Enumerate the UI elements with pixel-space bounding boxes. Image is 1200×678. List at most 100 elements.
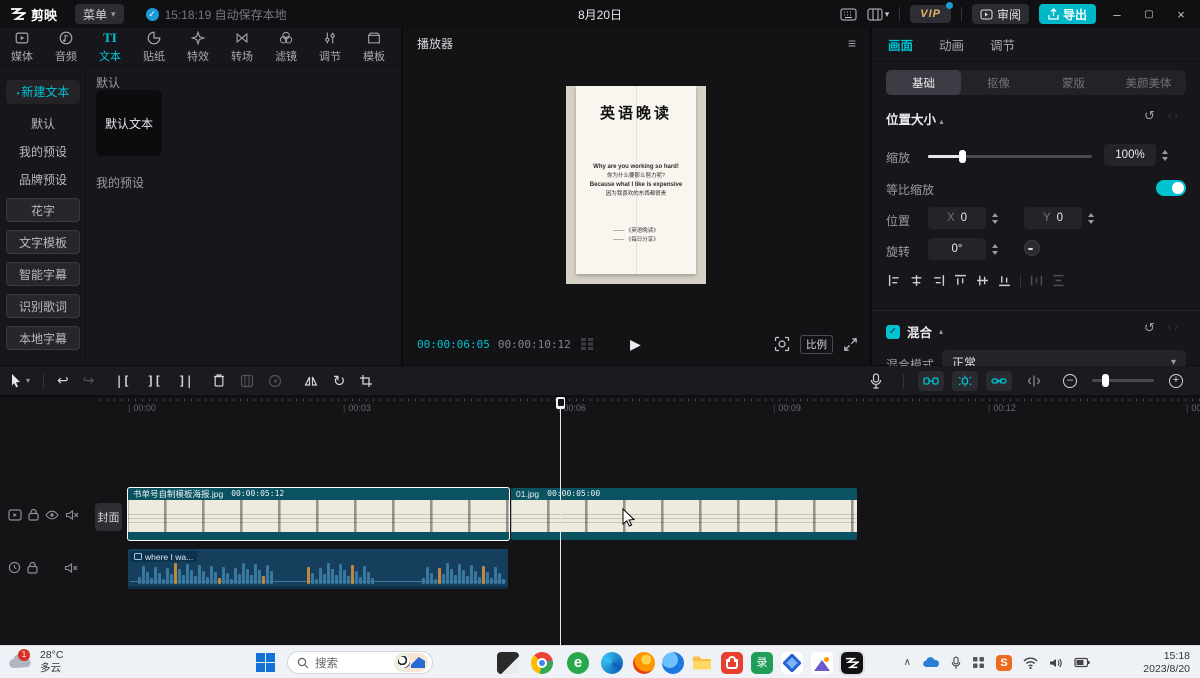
sidebar-item-lyrics-recognition[interactable]: 识别歌词 [6,294,80,318]
align-right-icon[interactable] [932,274,945,287]
time-ruler[interactable] [100,399,1200,401]
trim-left-button[interactable]: ][ [147,374,161,388]
taskbar-clock[interactable]: 15:18 2023/8/20 [1143,650,1190,675]
review-button[interactable]: 审阅 [972,4,1029,24]
undo-button[interactable]: ↩ [57,372,69,389]
zoom-in-button[interactable]: + [1169,374,1183,388]
clip-template-poster[interactable]: 书单号自制模板海报.jpg00:00:05:12 [128,488,509,540]
tab-sticker[interactable]: 贴纸 [132,30,176,64]
align-center-horizontal-icon[interactable] [910,274,923,287]
sidebar-item-text-template[interactable]: 文字模板 [6,230,80,254]
tab-audio[interactable]: 音频 [44,30,88,64]
tab-animation[interactable]: 动画 [939,35,964,54]
cover-button[interactable]: 封面 [95,503,122,531]
sidebar-item-default[interactable]: 默认 [6,112,80,136]
fullscreen-icon[interactable] [843,337,858,352]
minimize-button[interactable]: – [1106,7,1128,22]
reset-position-size-icon[interactable]: ↺ [1144,108,1155,124]
rotate-value[interactable]: 0° [928,238,986,260]
sidebar-item-my-presets[interactable]: 我的预设 [6,140,80,164]
subtab-keying[interactable]: 抠像 [961,70,1036,95]
maximize-button[interactable]: ▢ [1138,9,1160,20]
menu-button[interactable]: 菜单 ▾ [75,4,124,24]
clip-01-jpg[interactable]: 01.jpg00:00:05:00 [511,488,857,540]
blend-checkbox[interactable]: ✓ [886,325,900,339]
trim-right-button[interactable]: ]| [178,374,192,388]
tray-expand-icon[interactable]: ∧ [904,657,911,668]
lock-icon[interactable] [28,508,39,521]
distribute-horizontal-icon[interactable] [1030,274,1043,287]
preview-axis-toggle[interactable] [1027,374,1041,388]
edge-icon[interactable] [601,652,623,674]
browser-2345-icon[interactable] [662,652,684,674]
tab-adjust[interactable]: 调节 [308,30,352,64]
shortcut-keyboard-icon[interactable] [840,8,857,21]
reverse-button[interactable] [268,374,282,388]
tab-adjustment[interactable]: 调节 [990,35,1015,54]
crop-button[interactable] [359,374,373,388]
mute-track-icon[interactable] [65,509,79,521]
chrome-icon[interactable] [531,652,553,674]
volume-icon[interactable] [1049,657,1063,669]
position-y-stepper[interactable] [1086,207,1096,229]
timeline[interactable]: |00:00 |00:03 |00:06 |00:09 |00:12 |00:1… [0,397,1200,645]
align-left-icon[interactable] [888,274,901,287]
playhead-line[interactable] [560,397,561,645]
select-tool[interactable]: ▾ [10,373,30,388]
auto-snap-toggle[interactable] [952,371,978,391]
tab-effects[interactable]: 特效 [176,30,220,64]
sidebar-item-new-text[interactable]: •新建文本 [6,80,80,104]
capcut-taskbar-icon[interactable] [841,652,863,674]
scale-stepper[interactable] [1160,144,1170,166]
audio-track-icon[interactable] [8,561,21,574]
subtab-mask[interactable]: 蒙版 [1036,70,1111,95]
mountain-app-icon[interactable] [811,652,833,674]
align-top-icon[interactable] [954,274,967,287]
tab-picture[interactable]: 画面 [888,35,913,54]
preview-quality-icon[interactable] [774,336,790,352]
firefox-icon[interactable] [633,652,655,674]
redo-button[interactable]: ↪ [83,372,95,389]
linkage-toggle[interactable] [986,371,1012,391]
align-bottom-icon[interactable] [998,274,1011,287]
taskbar-search[interactable]: 搜索 [287,651,433,674]
uniform-scale-toggle[interactable] [1156,180,1186,196]
position-y-field[interactable]: Y0 [1024,207,1082,229]
align-center-vertical-icon[interactable] [976,274,989,287]
vip-button[interactable]: VIP [910,5,951,23]
sidebar-item-brand-presets[interactable]: 品牌预设 [6,168,80,192]
delete-button[interactable] [212,373,226,388]
weather-widget[interactable]: 1 28°C多云 [8,649,63,675]
video-preview[interactable]: 英语晚读 Why are you working so hard! 你为什么要那… [566,86,706,284]
widget-grid-icon[interactable] [972,656,985,669]
split-button[interactable]: |[ [115,374,129,388]
zoom-out-button[interactable]: – [1063,374,1077,388]
scale-value[interactable]: 100% [1104,144,1156,166]
play-button[interactable]: ▶ [630,336,641,353]
export-button[interactable]: 导出 [1039,4,1096,24]
mute-track-icon[interactable] [64,562,78,574]
layout-switch-button[interactable]: ▾ [867,8,890,21]
close-button[interactable]: × [1170,7,1192,22]
frame-list-icon[interactable] [581,338,593,350]
wifi-icon[interactable] [1023,657,1038,669]
main-track-icon[interactable] [8,509,22,521]
tab-media[interactable]: 媒体 [0,30,44,64]
hide-track-icon[interactable] [45,510,59,520]
subtab-basic[interactable]: 基础 [886,70,961,95]
reset-blend-icon[interactable]: ↺ [1144,320,1155,336]
scale-slider-thumb[interactable] [959,150,966,163]
tray-mic-icon[interactable] [951,656,961,670]
distribute-vertical-icon[interactable] [1052,274,1065,287]
onedrive-icon[interactable] [922,657,940,669]
file-explorer-icon[interactable] [691,652,713,674]
start-button[interactable] [256,653,275,672]
sidebar-item-auto-captions[interactable]: 智能字幕 [6,262,80,286]
screen-record-app-icon[interactable]: 录 [751,652,773,674]
keyframe-nav-icons[interactable]: ‹› [1168,110,1181,121]
record-voiceover-button[interactable] [870,373,882,389]
default-text-card[interactable]: 默认文本 [96,90,162,156]
timeline-zoom-thumb[interactable] [1102,374,1109,387]
tab-template[interactable]: 模板 [352,30,396,64]
freeze-frame-button[interactable] [240,374,254,388]
